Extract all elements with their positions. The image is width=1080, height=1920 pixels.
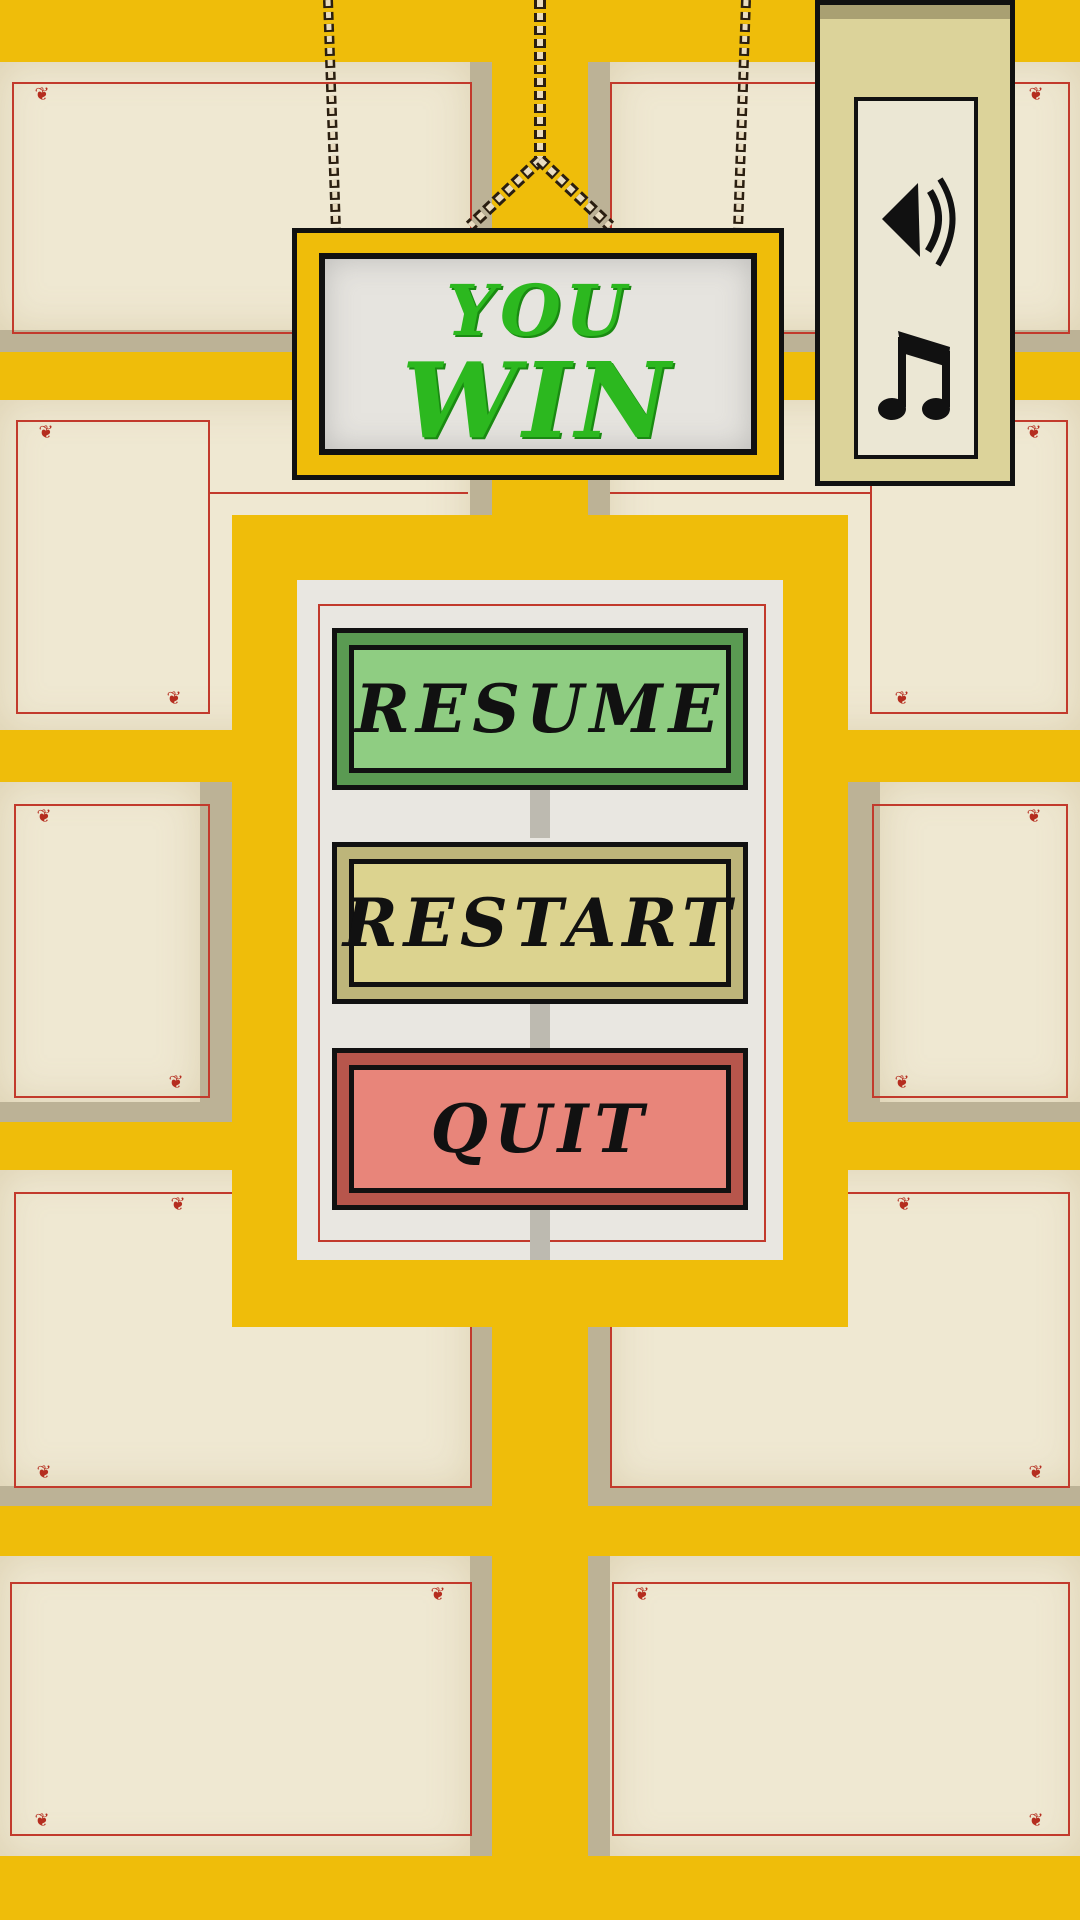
ornament-icon: ❦ — [1028, 1810, 1044, 1831]
quit-button[interactable]: QUIT — [332, 1048, 748, 1210]
sound-toggle-button[interactable] — [868, 161, 964, 271]
ornament-icon: ❦ — [1028, 1462, 1044, 1483]
ornament-icon: ❦ — [170, 1194, 186, 1215]
ornament-icon: ❦ — [1028, 84, 1044, 105]
ornament-icon: ❦ — [634, 1584, 650, 1605]
ornament-icon: ❦ — [166, 688, 182, 709]
restart-label: RESTART — [342, 884, 738, 962]
ornament-icon: ❦ — [168, 1072, 184, 1093]
settings-inner — [854, 97, 978, 459]
quit-label: QUIT — [430, 1090, 650, 1168]
resume-label: RESUME — [355, 670, 725, 748]
resume-button[interactable]: RESUME — [332, 628, 748, 790]
rope-icon — [323, 0, 751, 231]
ornament-icon: ❦ — [896, 1194, 912, 1215]
ornament-icon: ❦ — [430, 1584, 446, 1605]
ornament-icon: ❦ — [1026, 806, 1042, 827]
win-sign: YOU WIN — [292, 228, 784, 480]
divider — [530, 790, 550, 838]
music-toggle-button[interactable] — [868, 321, 964, 431]
settings-panel — [815, 0, 1015, 486]
divider — [530, 1210, 550, 1260]
divider — [530, 1004, 550, 1050]
music-note-icon — [878, 331, 950, 420]
panel-frame — [14, 804, 210, 1098]
win-title-line2: WIN — [401, 339, 675, 462]
ornament-icon: ❦ — [894, 688, 910, 709]
ornament-icon: ❦ — [894, 1072, 910, 1093]
win-sign-board: YOU WIN — [319, 253, 757, 462]
panel-frame — [872, 804, 1068, 1098]
panel-frame — [208, 492, 468, 496]
ornament-icon: ❦ — [36, 1462, 52, 1483]
panel-frame — [10, 1582, 472, 1836]
panel-frame — [16, 420, 210, 714]
ornament-icon: ❦ — [36, 806, 52, 827]
restart-button[interactable]: RESTART — [332, 842, 748, 1004]
speaker-icon — [882, 177, 956, 267]
ornament-icon: ❦ — [34, 1810, 50, 1831]
scroll-top — [820, 5, 1010, 19]
panel-frame — [612, 1582, 1070, 1836]
ornament-icon: ❦ — [38, 422, 54, 443]
ornament-icon: ❦ — [34, 84, 50, 105]
panel-frame — [610, 492, 870, 496]
